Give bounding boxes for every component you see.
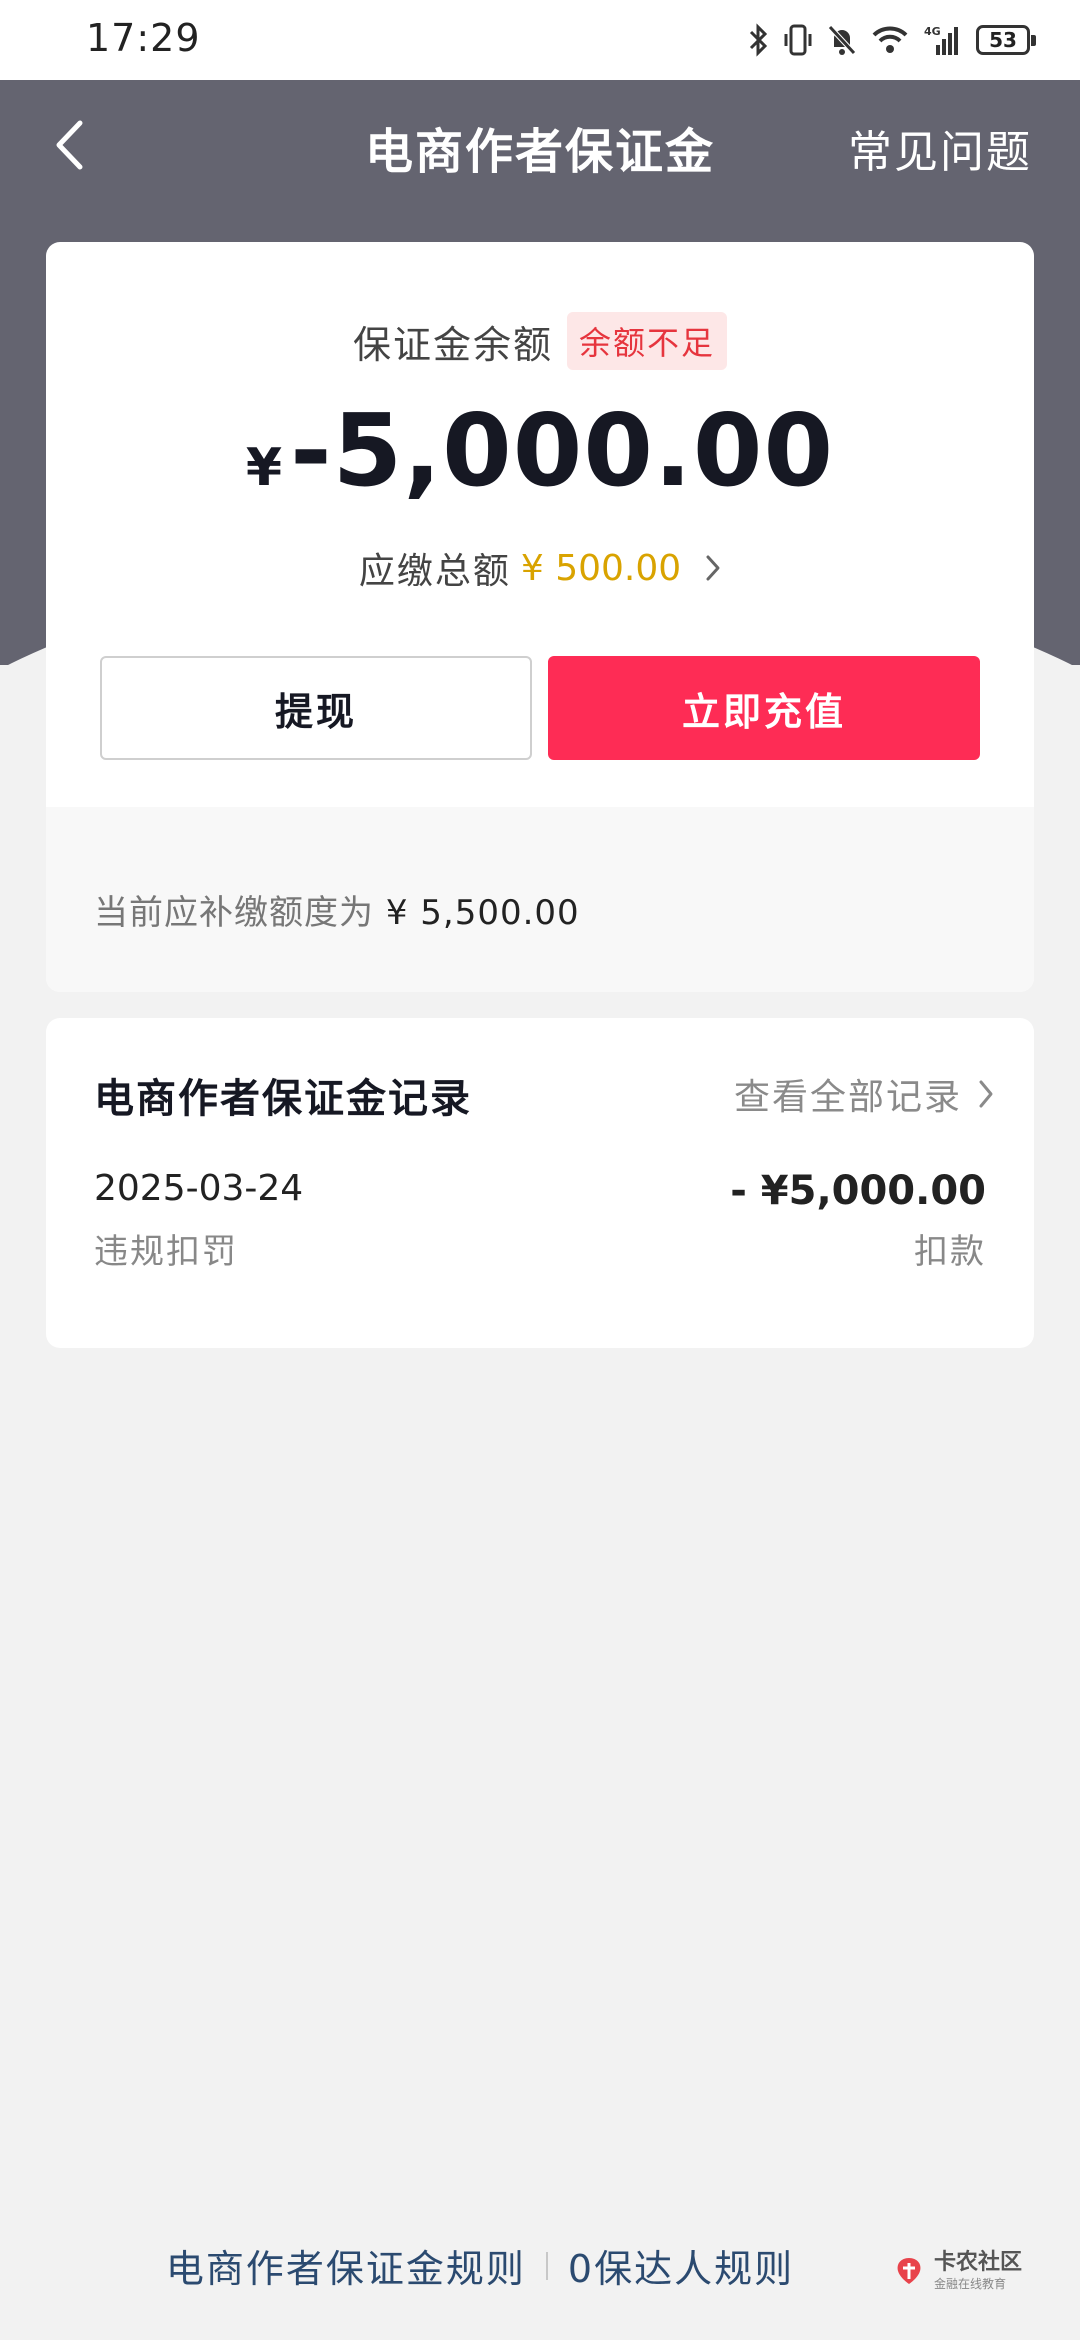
wifi-icon: [872, 25, 908, 55]
watermark-main: 卡农社区: [933, 2250, 1022, 2275]
watermark: 卡农社区 金融在线教育: [892, 2252, 1022, 2290]
view-all-records-link[interactable]: 查看全部记录: [734, 1068, 994, 1120]
watermark-logo-icon: [897, 2258, 921, 2284]
view-all-label: 查看全部记录: [733, 1077, 962, 1118]
due-total-label: 应缴总额: [358, 551, 511, 592]
records-title: 电商作者保证金记录: [94, 1076, 472, 1122]
due-total-amount: ¥ 500.00: [520, 547, 682, 589]
record-type: 违规扣罚: [94, 1232, 238, 1272]
balance-amount-row: ¥ -5,000.00: [46, 392, 1034, 509]
page: 17:29 4G 53 电商作者保证金 常见问题 保证金余额 余额不足 ¥ -5…: [0, 0, 1080, 2340]
due-total-row[interactable]: 应缴总额 ¥ 500.00: [46, 542, 1034, 594]
record-status: 扣款: [914, 1232, 986, 1272]
influencer-rules-link[interactable]: 0保达人规则: [568, 2238, 794, 2293]
record-date: 2025-03-24: [94, 1168, 304, 1209]
currency-symbol: ¥: [245, 438, 283, 498]
balance-card: 保证金余额 余额不足 ¥ -5,000.00 应缴总额 ¥ 500.00 提现 …: [46, 242, 1034, 992]
insufficient-badge: 余额不足: [567, 312, 728, 370]
faq-link[interactable]: 常见问题: [848, 116, 1032, 180]
chevron-right-icon: [979, 1080, 993, 1108]
supplement-amount: ¥ 5,500.00: [385, 893, 580, 933]
chevron-right-icon: [706, 555, 720, 581]
network-label: 4G: [924, 25, 941, 38]
deposit-rules-link[interactable]: 电商作者保证金规则: [166, 2238, 526, 2293]
balance-label: 保证金余额: [352, 322, 553, 367]
watermark-text: 卡农社区 金融在线教育: [933, 2250, 1022, 2291]
recharge-button[interactable]: 立即充值: [548, 656, 980, 760]
footer-divider: [545, 2251, 548, 2280]
status-time: 17:29: [86, 16, 201, 60]
balance-amount: -5,000.00: [290, 392, 835, 509]
supplement-text: 当前应补缴额度为 ¥ 5,500.00: [94, 885, 580, 934]
battery-icon: 53: [976, 25, 1036, 55]
vibrate-icon: [784, 23, 812, 57]
supplement-prefix: 当前应补缴额度为: [94, 893, 374, 933]
balance-label-row: 保证金余额 余额不足: [46, 312, 1034, 370]
status-bar: 17:29 4G 53: [0, 0, 1080, 80]
bluetooth-icon: [748, 23, 770, 57]
withdraw-button[interactable]: 提现: [100, 656, 532, 760]
supplement-info: 当前应补缴额度为 ¥ 5,500.00: [46, 807, 1034, 992]
watermark-sub: 金融在线教育: [933, 2277, 1006, 2291]
signal-icon: 4G: [922, 23, 962, 57]
records-card: 电商作者保证金记录 查看全部记录 2025-03-24 违规扣罚 - ¥5,00…: [46, 1018, 1034, 1348]
record-row[interactable]: 2025-03-24 违规扣罚 - ¥5,000.00 扣款: [94, 1168, 986, 1288]
record-amount: - ¥5,000.00: [730, 1168, 986, 1214]
bell-muted-icon: [826, 23, 858, 57]
status-icons: 4G 53: [748, 18, 1036, 62]
